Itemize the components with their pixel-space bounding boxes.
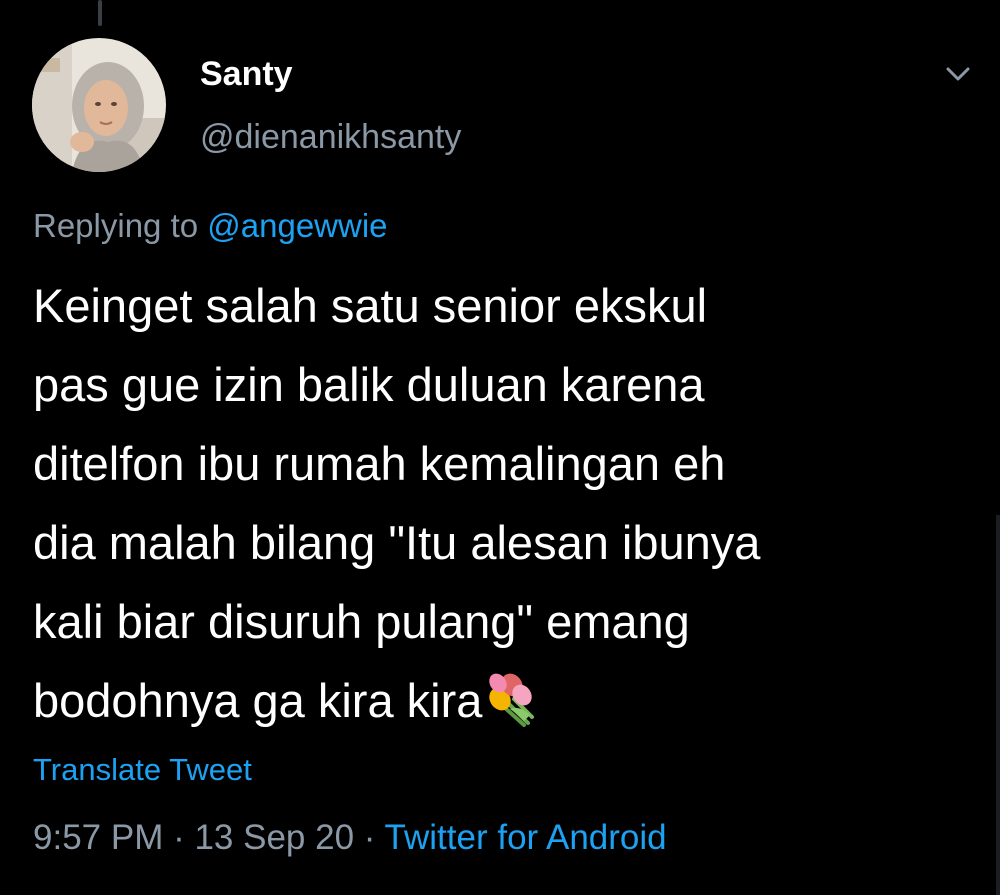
translate-tweet-link[interactable]: Translate Tweet bbox=[33, 752, 252, 788]
chevron-down-icon[interactable] bbox=[940, 56, 976, 92]
tweet-text-line: dia malah bilang "Itu alesan ibunya bbox=[33, 516, 761, 569]
reply-mention-link[interactable]: @angewwie bbox=[207, 207, 387, 244]
tweet-text-line: kali biar disuruh pulang" emang bbox=[33, 595, 690, 648]
tweet-text-line: Keinget salah satu senior ekskul bbox=[33, 279, 708, 332]
author-handle[interactable]: @dienanikhsanty bbox=[200, 118, 461, 157]
tweet-text-line-last: bodohnya ga kira kira bbox=[33, 661, 978, 740]
meta-separator: · bbox=[354, 818, 385, 857]
author-display-name[interactable]: Santy bbox=[200, 55, 293, 94]
thread-connector-line bbox=[98, 0, 102, 26]
tweet-text-line: pas gue izin balik duluan karena bbox=[33, 358, 705, 411]
tweet-text-line: ditelfon ibu rumah kemalingan eh bbox=[33, 437, 726, 490]
tulip-bouquet-emoji-icon bbox=[484, 669, 542, 727]
avatar-image bbox=[32, 38, 166, 172]
tweet-source-link[interactable]: Twitter for Android bbox=[385, 818, 667, 857]
scrollbar-track[interactable] bbox=[996, 515, 1000, 895]
replying-to-label: Replying to bbox=[33, 207, 208, 244]
tweet-time[interactable]: 9:57 PM bbox=[33, 818, 163, 857]
tweet-text-line: bodohnya ga kira kira bbox=[33, 674, 483, 727]
replying-to-line: Replying to @angewwie bbox=[33, 207, 388, 245]
meta-separator: · bbox=[163, 818, 195, 857]
tweet-metadata: 9:57 PM · 13 Sep 20 · Twitter for Androi… bbox=[33, 818, 667, 858]
avatar[interactable] bbox=[32, 38, 166, 172]
tweet-date[interactable]: 13 Sep 20 bbox=[194, 818, 354, 857]
tweet-body: Keinget salah satu senior ekskul pas gue… bbox=[33, 266, 978, 740]
